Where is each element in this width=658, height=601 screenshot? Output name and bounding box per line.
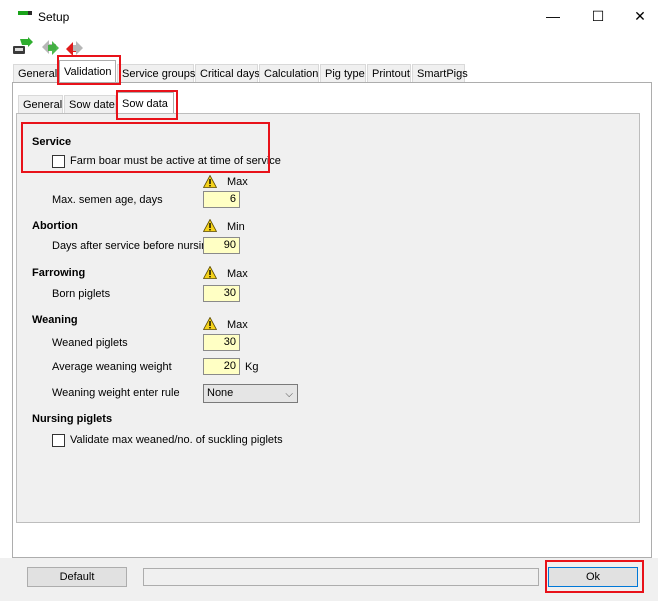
tab-calculation[interactable]: Calculation [259,64,319,83]
weaning-limit-header: Max [227,319,248,331]
nursing-heading: Nursing piglets [32,413,113,425]
farm-boar-active-label: Farm boar must be active at time of serv… [70,155,281,167]
weaned-piglets-input[interactable]: 30 [203,334,240,351]
days-before-nursing-input[interactable]: 90 [203,237,240,254]
subtab-sow-data[interactable]: Sow data [117,92,174,114]
subtab-general[interactable]: General [18,95,63,114]
tab-smartpigs[interactable]: SmartPigs [412,64,468,83]
tab-critical-days[interactable]: Critical days [195,64,260,83]
undo-icon[interactable] [40,37,62,57]
chevron-down-icon: ⌵ [285,389,293,400]
weaning-heading: Weaning [32,314,78,326]
default-button[interactable]: Default [27,567,127,587]
warning-icon [202,174,218,188]
farrowing-heading: Farrowing [32,267,86,279]
tab-general[interactable]: General [13,64,58,83]
semen-age-label: Max. semen age, days [52,194,163,206]
validate-max-weaned-label: Validate max weaned/no. of suckling pigl… [70,434,283,446]
save-icon[interactable] [12,37,34,57]
weaning-rule-label: Weaning weight enter rule [52,387,180,399]
app-icon [18,11,32,16]
sow-data-panel [16,113,640,523]
tab-validation[interactable]: Validation [59,60,116,83]
farrowing-limit-header: Max [227,268,248,280]
tab-pig-type[interactable]: Pig type [320,64,366,83]
window-title: Setup [38,10,70,24]
service-limit-header: Max [227,176,248,188]
semen-age-input[interactable]: 6 [203,191,240,208]
tab-printout[interactable]: Printout [367,64,411,83]
farm-boar-active-checkbox[interactable] [52,155,65,168]
weaned-piglets-label: Weaned piglets [52,337,128,349]
service-heading: Service [32,136,72,148]
title-bar: Setup — ☐ ✕ [0,0,658,32]
born-piglets-label: Born piglets [52,288,111,300]
cancel-icon[interactable] [64,37,86,57]
subtab-sow-date[interactable]: Sow date [64,95,116,114]
validate-max-weaned-checkbox[interactable] [52,434,65,447]
weaning-rule-select[interactable]: None ⌵ [203,384,298,403]
avg-weaning-weight-input[interactable]: 20 [203,358,240,375]
status-field [143,568,539,586]
weight-unit-label: Kg [245,361,259,373]
warning-icon [202,265,218,279]
warning-icon [202,316,218,330]
weaning-rule-value: None [207,387,234,399]
warning-icon [202,218,218,232]
born-piglets-input[interactable]: 30 [203,285,240,302]
abortion-heading: Abortion [32,220,78,232]
close-button[interactable]: ✕ [617,0,658,32]
abortion-limit-header: Min [227,221,245,233]
avg-weaning-weight-label: Average weaning weight [52,361,172,373]
minimize-button[interactable]: — [530,0,576,32]
days-before-nursing-label: Days after service before nursing [52,240,214,252]
tab-service-groups[interactable]: Service groups [117,64,195,83]
maximize-button[interactable]: ☐ [575,0,621,32]
ok-button[interactable]: Ok [548,567,638,587]
